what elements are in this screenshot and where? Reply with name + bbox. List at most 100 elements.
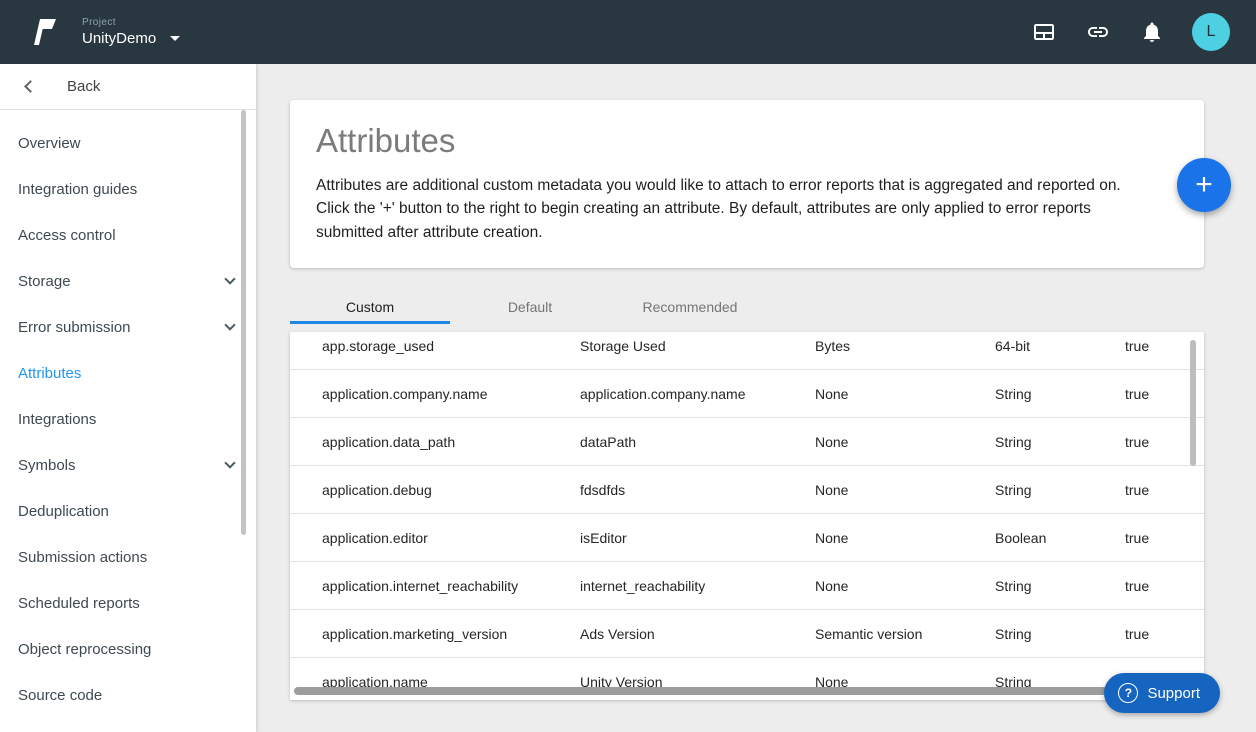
table-cell: true: [1125, 626, 1204, 642]
table-cell: Storage Used: [580, 338, 815, 354]
attributes-table-card: app.storage_usedStorage UsedBytes64-bit t…: [290, 332, 1204, 700]
table-cell: isEditor: [580, 530, 815, 546]
sidebar-item-attributes[interactable]: Attributes: [0, 350, 256, 396]
notifications-bell-icon[interactable]: [1140, 20, 1164, 44]
tab-custom[interactable]: Custom: [290, 290, 450, 324]
sidebar-item-label: Deduplication: [18, 503, 109, 520]
sidebar-item-label: Symbols: [18, 457, 76, 474]
table-row[interactable]: application.editorisEditorNoneBooleantru…: [290, 514, 1204, 562]
table-cell: internet_reachability: [580, 578, 815, 594]
settings-sidebar: Back Overview Integration guides Access co…: [0, 64, 256, 732]
table-cell: application.marketing_version: [290, 626, 580, 642]
table-horizontal-scrollbar[interactable]: [294, 687, 1173, 695]
table-cell: application.debug: [290, 482, 580, 498]
table-row[interactable]: application.company.nameapplication.comp…: [290, 370, 1204, 418]
table-cell: 64-bit: [995, 338, 1125, 354]
chevron-down-icon: [224, 319, 235, 330]
support-label: Support: [1147, 685, 1200, 702]
table-cell: None: [815, 578, 995, 594]
table-row[interactable]: app.storage_usedStorage UsedBytes64-bitt…: [290, 332, 1204, 370]
table-cell: String: [995, 386, 1125, 402]
table-cell: application.editor: [290, 530, 580, 546]
table-cell: true: [1125, 530, 1204, 546]
table-cell: application.company.name: [580, 386, 815, 402]
table-horizontal-scrollbar-track: [294, 687, 1200, 695]
table-cell: true: [1125, 578, 1204, 594]
link-icon[interactable]: [1086, 20, 1110, 44]
sidebar-nav: Overview Integration guides Access control…: [0, 110, 256, 718]
sidebar-item-label: Access control: [18, 227, 116, 244]
table-cell: Boolean: [995, 530, 1125, 546]
table-cell: None: [815, 386, 995, 402]
table-cell: true: [1125, 482, 1204, 498]
sidebar-item-access-control[interactable]: Access control: [0, 212, 256, 258]
sidebar-scrollbar[interactable]: [241, 110, 246, 535]
sidebar-item-label: Storage: [18, 273, 71, 290]
support-button[interactable]: ? Support: [1104, 673, 1220, 713]
back-button[interactable]: Back: [0, 64, 256, 110]
table-cell: application.internet_reachability: [290, 578, 580, 594]
help-question-icon: ?: [1118, 683, 1138, 703]
page-title: Attributes: [316, 122, 1140, 160]
sidebar-item-label: Error submission: [18, 319, 131, 336]
tab-recommended[interactable]: Recommended: [610, 290, 770, 324]
user-avatar[interactable]: L: [1192, 13, 1230, 51]
table-row[interactable]: application.data_pathdataPathNoneStringt…: [290, 418, 1204, 466]
sidebar-item-label: Overview: [18, 135, 81, 152]
sidebar-item-source-code[interactable]: Source code: [0, 672, 256, 718]
table-cell: None: [815, 482, 995, 498]
table-cell: String: [995, 482, 1125, 498]
table-row[interactable]: application.marketing_versionAds Version…: [290, 610, 1204, 658]
sidebar-item-label: Object reprocessing: [18, 641, 151, 658]
table-cell: None: [815, 530, 995, 546]
project-selector[interactable]: Project UnityDemo: [82, 17, 180, 47]
sidebar-item-deduplication[interactable]: Deduplication: [0, 488, 256, 534]
table-cell: Semantic version: [815, 626, 995, 642]
topbar: Project UnityDemo L: [0, 0, 1256, 64]
sidebar-item-integrations[interactable]: Integrations: [0, 396, 256, 442]
sidebar-item-label: Submission actions: [18, 549, 147, 566]
sidebar-item-object-reprocessing[interactable]: Object reprocessing: [0, 626, 256, 672]
tab-default[interactable]: Default: [450, 290, 610, 324]
sidebar-item-symbols[interactable]: Symbols: [0, 442, 256, 488]
sidebar-item-scheduled-reports[interactable]: Scheduled reports: [0, 580, 256, 626]
project-label: Project: [82, 17, 180, 28]
page-description: Attributes are additional custom metadat…: [316, 174, 1140, 244]
sidebar-item-label: Source code: [18, 687, 102, 704]
table-cell: fdsdfds: [580, 482, 815, 498]
table-cell: Ads Version: [580, 626, 815, 642]
project-name: UnityDemo: [82, 30, 156, 47]
sidebar-item-storage[interactable]: Storage: [0, 258, 256, 304]
attributes-table: app.storage_usedStorage UsedBytes64-bit t…: [290, 332, 1204, 700]
table-cell: dataPath: [580, 434, 815, 450]
table-cell: String: [995, 626, 1125, 642]
table-cell: app.storage_used: [290, 338, 580, 354]
backtrace-logo-icon: [26, 17, 60, 47]
table-cell: application.data_path: [290, 434, 580, 450]
sidebar-item-label: Attributes: [18, 365, 81, 382]
add-attribute-button[interactable]: +: [1177, 158, 1231, 212]
table-cell: Bytes: [815, 338, 995, 354]
chevron-left-icon: [24, 80, 37, 93]
sidebar-item-overview[interactable]: Overview: [0, 120, 256, 166]
sidebar-item-integration-guides[interactable]: Integration guides: [0, 166, 256, 212]
sidebar-item-error-submission[interactable]: Error submission: [0, 304, 256, 350]
table-cell: String: [995, 578, 1125, 594]
chevron-down-icon: [170, 36, 180, 41]
attribute-tabs: CustomDefaultRecommended: [290, 290, 770, 324]
table-cell: String: [995, 434, 1125, 450]
attributes-intro-card: Attributes Attributes are additional cus…: [290, 100, 1204, 268]
sidebar-item-label: Scheduled reports: [18, 595, 140, 612]
table-cell: None: [815, 434, 995, 450]
main-content: Attributes Attributes are additional cus…: [256, 64, 1256, 732]
grid-view-icon[interactable]: [1032, 20, 1056, 44]
table-vertical-scrollbar[interactable]: [1190, 340, 1196, 466]
table-row[interactable]: application.internet_reachabilityinterne…: [290, 562, 1204, 610]
chevron-down-icon: [224, 273, 235, 284]
table-row[interactable]: application.debugfdsdfdsNoneStringtrue: [290, 466, 1204, 514]
back-label: Back: [67, 78, 100, 95]
chevron-down-icon: [224, 457, 235, 468]
sidebar-item-submission-actions[interactable]: Submission actions: [0, 534, 256, 580]
sidebar-item-label: Integrations: [18, 411, 96, 428]
table-cell: application.company.name: [290, 386, 580, 402]
